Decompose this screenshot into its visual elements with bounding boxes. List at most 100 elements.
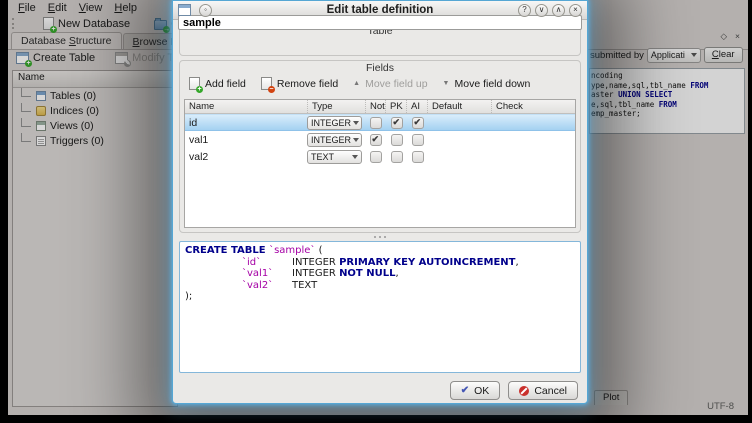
type-combo[interactable]: INTEGER <box>307 116 362 130</box>
dialog-buttons: ✔ OK Cancel <box>450 381 578 400</box>
check-icon: ✔ <box>461 385 469 396</box>
menu-item-view[interactable]: View <box>73 2 109 14</box>
type-combo[interactable]: TEXT <box>307 150 362 164</box>
titlebar-menu-button[interactable]: ◦ <box>199 4 212 17</box>
fields-header: NameTypeNotPKAIDefaultCheck <box>185 100 575 114</box>
notnull-checkbox[interactable] <box>370 117 382 129</box>
index-icon <box>36 106 46 116</box>
cancel-icon <box>519 386 529 396</box>
create-table-label: Create Table <box>33 52 95 64</box>
move-field-down-button[interactable]: ▼ Move field down <box>440 77 534 91</box>
move-field-up-label: Move field up <box>365 78 427 90</box>
tree-branch-line <box>21 88 31 97</box>
field-name: id <box>185 117 307 129</box>
create-table-button[interactable]: + Create Table <box>16 52 95 64</box>
titlebar-left: ◦ <box>178 4 212 17</box>
fields-group-title: Fields <box>180 62 580 74</box>
table-icon <box>36 91 46 101</box>
tree-item-tables[interactable]: Tables (0) <box>13 88 177 103</box>
pk-checkbox[interactable] <box>391 117 403 129</box>
sql-preview-code: CREATE TABLE `sample` (`id`INTEGER PRIMA… <box>185 245 575 303</box>
field-row-id[interactable]: id INTEGER <box>185 114 575 131</box>
chevron-down-icon <box>352 155 358 159</box>
new-database-button[interactable]: + New Database <box>43 17 130 30</box>
submitted-by-label: submitted by <box>590 50 644 61</box>
ai-checkbox[interactable] <box>412 117 424 129</box>
add-field-label: Add field <box>205 78 246 90</box>
tree-item-label: Indices (0) <box>50 105 99 117</box>
field-row-val2[interactable]: val2 TEXT <box>185 148 575 165</box>
splitter-handle[interactable] <box>173 234 587 240</box>
column-header-not[interactable]: Not <box>365 100 385 113</box>
arrow-down-icon: ▼ <box>443 80 450 87</box>
tree-item-label: Views (0) <box>50 120 94 132</box>
ok-label: OK <box>474 385 489 397</box>
column-header-ai[interactable]: AI <box>406 100 427 113</box>
encoding-status: UTF-8 <box>707 401 734 412</box>
tree-item-views[interactable]: Views (0) <box>13 118 177 133</box>
minimize-button[interactable]: ∨ <box>535 4 548 17</box>
table-name-input[interactable] <box>178 15 582 30</box>
toolbar-handle[interactable] <box>12 18 17 29</box>
move-field-down-label: Move field down <box>454 78 530 90</box>
fields-toolbar: + Add field − Remove field ▲ Move field … <box>186 76 576 91</box>
field-row-val1[interactable]: val1INTEGER <box>185 131 575 148</box>
add-field-icon: + <box>189 77 200 90</box>
modify-table-icon: ✎ <box>115 52 128 64</box>
dialog-titlebar-buttons: ? ∨ ∧ × <box>514 4 582 17</box>
tree-header[interactable]: Name <box>13 71 177 88</box>
tab-database-structure[interactable]: Database Structure <box>11 32 122 49</box>
add-field-button[interactable]: + Add field <box>186 76 249 91</box>
log-source-select[interactable]: Applicati <box>647 48 701 63</box>
tree-item-label: Tables (0) <box>50 90 96 102</box>
clear-log-button[interactable]: Clear <box>704 47 743 63</box>
open-database-icon: → <box>154 20 167 30</box>
ai-checkbox[interactable] <box>412 151 424 163</box>
type-combo[interactable]: INTEGER <box>307 133 362 147</box>
dock-close-icon[interactable]: × <box>735 31 740 42</box>
dock-float-icon[interactable]: ◇ <box>720 31 727 42</box>
pk-checkbox[interactable] <box>391 151 403 163</box>
log-filter-row: submitted by Applicati Clear <box>590 47 744 63</box>
cancel-button[interactable]: Cancel <box>508 381 578 400</box>
arrow-up-icon: ▲ <box>353 80 360 87</box>
tree-item-triggers[interactable]: Triggers (0) <box>13 133 177 148</box>
menu-item-edit[interactable]: Edit <box>42 2 73 14</box>
move-field-up-button[interactable]: ▲ Move field up <box>350 77 430 91</box>
menu-item-file[interactable]: File <box>12 2 42 14</box>
tab-plot[interactable]: Plot <box>594 390 628 405</box>
type-cell: TEXT <box>307 150 365 164</box>
view-icon <box>36 121 46 131</box>
column-header-pk[interactable]: PK <box>385 100 406 113</box>
fields-table: NameTypeNotPKAIDefaultCheck idINTEGERval… <box>184 99 576 228</box>
notnull-checkbox[interactable] <box>370 151 382 163</box>
chevron-down-icon <box>353 138 359 142</box>
type-combo-value: INTEGER <box>311 118 351 128</box>
create-table-icon: + <box>16 52 29 64</box>
sql-preview[interactable]: CREATE TABLE `sample` (`id`INTEGER PRIMA… <box>179 241 581 373</box>
pk-checkbox[interactable] <box>391 134 403 146</box>
tree-item-indices[interactable]: Indices (0) <box>13 103 177 118</box>
column-header-type[interactable]: Type <box>307 100 365 113</box>
tree-item-label: Triggers (0) <box>50 135 104 147</box>
new-database-icon: + <box>43 17 54 30</box>
trigger-icon <box>36 136 46 146</box>
column-header-name[interactable]: Name <box>185 100 307 113</box>
tree-branch-line <box>21 133 31 142</box>
maximize-button[interactable]: ∧ <box>552 4 565 17</box>
close-button[interactable]: × <box>569 4 582 17</box>
menu-item-help[interactable]: Help <box>108 2 143 14</box>
field-name: val2 <box>185 151 307 163</box>
edit-table-dialog: Edit table definition ◦ ?∨∧× Table Field… <box>172 0 588 404</box>
ok-button[interactable]: ✔ OK <box>450 381 501 400</box>
type-combo-value: TEXT <box>311 152 334 162</box>
ai-checkbox[interactable] <box>412 134 424 146</box>
remove-field-button[interactable]: − Remove field <box>258 76 341 91</box>
sql-log-text[interactable]: ncodingype,name,sql,tbl_name FROMaster U… <box>589 68 745 134</box>
chevron-down-icon <box>353 121 359 125</box>
type-combo-value: INTEGER <box>311 135 351 145</box>
notnull-checkbox[interactable] <box>370 134 382 146</box>
column-header-default[interactable]: Default <box>427 100 491 113</box>
column-header-check[interactable]: Check <box>491 100 575 113</box>
help-button[interactable]: ? <box>518 4 531 17</box>
